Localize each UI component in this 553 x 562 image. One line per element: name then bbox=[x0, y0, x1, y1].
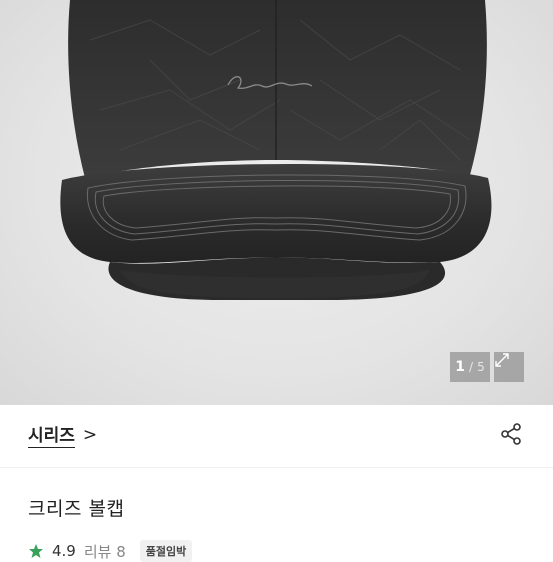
pager-current: 1 bbox=[455, 359, 466, 375]
star-icon bbox=[29, 544, 43, 558]
review-count[interactable]: 리뷰 8 bbox=[84, 541, 126, 562]
share-button[interactable] bbox=[497, 420, 525, 448]
pager-total: 5 bbox=[477, 360, 485, 374]
rating-value: 4.9 bbox=[52, 542, 76, 560]
expand-button[interactable] bbox=[494, 352, 524, 382]
product-meta: 4.9 리뷰 8 품절임박 bbox=[28, 540, 193, 562]
expand-icon bbox=[495, 353, 509, 367]
cap-image bbox=[60, 0, 492, 300]
pager-separator: / bbox=[469, 360, 474, 374]
series-link[interactable]: 시리즈 > bbox=[28, 421, 97, 448]
product-image-gallery[interactable]: 1 / 5 bbox=[0, 0, 553, 405]
chevron-right-icon: > bbox=[82, 424, 98, 445]
status-badge: 품절임박 bbox=[139, 540, 193, 562]
image-pager: 1 / 5 bbox=[450, 352, 490, 382]
series-label: 시리즈 bbox=[28, 421, 75, 448]
share-icon bbox=[501, 423, 521, 445]
product-title: 크리즈 볼캡 bbox=[28, 498, 125, 520]
